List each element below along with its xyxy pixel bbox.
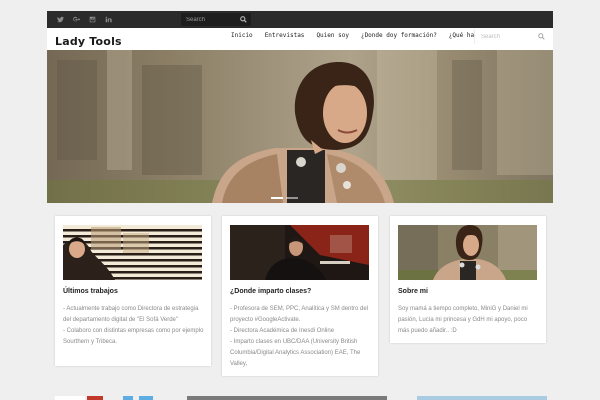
nav-item-inicio[interactable]: Inicio (225, 28, 259, 44)
card-text: Soy mamá a tiempo completo, MiniG y Dani… (398, 304, 540, 337)
slider-dot[interactable] (286, 197, 298, 199)
twitter-icon[interactable] (53, 11, 68, 28)
main-nav: Inicio Entrevistas Quien soy ¿Donde doy … (225, 28, 491, 44)
search-icon[interactable] (240, 16, 247, 23)
social-links (53, 11, 117, 28)
card-line: Soy mamá a tiempo completo, MiniG y Dani… (398, 306, 528, 334)
card-title[interactable]: Sobre mi (398, 288, 428, 295)
card-title[interactable]: Últimos trabajos (63, 288, 118, 295)
card-line: - Actualmente trabajo como Directora de … (63, 306, 199, 323)
card-line: - Profesora de SEM, PPC, Analítica y SM … (230, 306, 369, 323)
hero-slider[interactable] (47, 50, 553, 203)
top-bar (47, 11, 553, 28)
card-sobre-mi: Sobre mi Soy mamá a tiempo completo, Min… (390, 216, 546, 343)
card-image[interactable] (230, 225, 369, 280)
card-image[interactable] (63, 225, 202, 280)
slider-dots (271, 197, 298, 199)
card-ultimos-trabajos: Últimos trabajos - Actualmente trabajo c… (55, 216, 211, 366)
google-plus-icon[interactable] (69, 11, 84, 28)
linkedin-icon[interactable] (101, 11, 116, 28)
nav-item-quien-soy[interactable]: Quien soy (310, 28, 355, 44)
header-search-input[interactable] (481, 30, 531, 43)
hero-image (47, 50, 553, 203)
header-search (474, 29, 551, 44)
slider-dot[interactable] (271, 197, 283, 199)
page: Lady Tools Inicio Entrevistas Quien soy … (0, 0, 600, 400)
card-title[interactable]: ¿Donde imparto clases? (230, 288, 311, 295)
card-text: - Actualmente trabajo como Directora de … (63, 304, 205, 348)
top-search-input[interactable] (186, 13, 236, 26)
card-line: - Directora Académica de Inesdi Online (230, 328, 335, 334)
nav-item-donde-doy-formacion[interactable]: ¿Donde doy formación? (355, 28, 443, 44)
card-text: - Profesora de SEM, PPC, Analítica y SM … (230, 304, 372, 370)
next-row-preview (55, 396, 547, 400)
card-donde-imparto-clases: ¿Donde imparto clases? - Profesora de SE… (222, 216, 378, 376)
top-search (181, 13, 251, 26)
site-logo[interactable]: Lady Tools (55, 35, 122, 48)
card-line: - Imparto clases en UBC/DAA (University … (230, 339, 361, 367)
site-header: Lady Tools Inicio Entrevistas Quien soy … (47, 28, 553, 50)
card-image[interactable] (398, 225, 537, 280)
search-icon[interactable] (538, 33, 545, 40)
instagram-icon[interactable] (85, 11, 100, 28)
card-line: - Colaboro con distintas empresas como p… (63, 328, 204, 345)
nav-item-entrevistas[interactable]: Entrevistas (259, 28, 311, 44)
